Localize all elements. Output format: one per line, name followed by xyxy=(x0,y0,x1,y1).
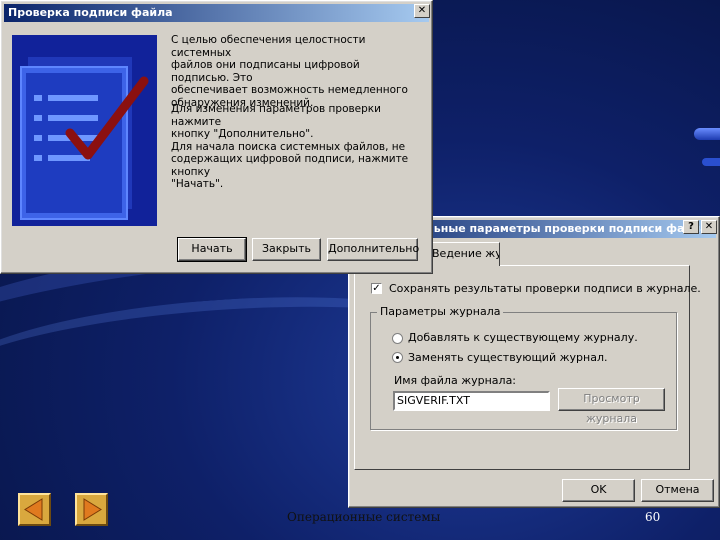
help-button[interactable]: ? xyxy=(683,220,699,234)
replace-radio-label[interactable]: Заменять существующий журнал. xyxy=(408,351,607,364)
filename-input[interactable]: SIGVERIF.TXT xyxy=(393,391,550,411)
description-paragraph-2: Для изменения параметров проверки нажмит… xyxy=(171,103,411,191)
background-accent xyxy=(702,158,720,166)
next-slide-button[interactable] xyxy=(75,493,108,526)
append-radio[interactable] xyxy=(392,333,403,344)
previous-slide-button[interactable] xyxy=(18,493,51,526)
save-results-label[interactable]: Сохранять результаты проверки подписи в … xyxy=(389,282,701,295)
description-line: С целью обеспечения целостности системны… xyxy=(171,34,366,59)
save-results-checkbox[interactable]: ✓ xyxy=(371,283,382,294)
main-close-button[interactable]: ✕ xyxy=(414,4,430,18)
description-line: обеспечивает возможность немедленного xyxy=(171,84,408,96)
description-line: Для начала поиска системных файлов, не xyxy=(171,140,406,153)
options-close-button[interactable]: ✕ xyxy=(701,220,717,234)
description-line: кнопку "Дополнительно". xyxy=(171,128,314,140)
main-dialog-titlebar[interactable]: Проверка подписи файла xyxy=(4,4,429,22)
description-line: "Начать". xyxy=(171,178,224,190)
start-button[interactable]: Начать xyxy=(177,237,247,262)
advanced-button[interactable]: Дополнительно xyxy=(327,238,419,261)
replace-radio[interactable] xyxy=(392,352,403,363)
close-button[interactable]: Закрыть xyxy=(252,238,321,261)
description-line: файлов они подписаны цифровой подписью. … xyxy=(171,59,360,84)
document-check-icon xyxy=(12,35,157,226)
triangle-left-icon xyxy=(24,498,43,521)
background-accent xyxy=(694,128,720,140)
log-options-group-label: Параметры журнала xyxy=(377,305,504,318)
filename-label: Имя файла журнала: xyxy=(394,374,517,387)
main-dialog-title: Проверка подписи файла xyxy=(8,6,173,19)
append-radio-label[interactable]: Добавлять к существующему журналу. xyxy=(408,331,638,344)
slide-page-number: 60 xyxy=(645,510,661,524)
triangle-right-icon xyxy=(83,498,102,521)
document-check-illustration xyxy=(12,35,157,226)
description-paragraph-1: С целью обеспечения целостности системны… xyxy=(171,34,411,109)
slide-footer-caption: Операционные системы xyxy=(287,510,441,524)
description-line: содержащих цифровой подписи, нажмите кно… xyxy=(171,153,409,178)
description-line: Для изменения параметров проверки нажмит… xyxy=(171,103,381,128)
view-log-button[interactable]: Просмотр журнала xyxy=(558,388,665,425)
ok-button[interactable]: OK xyxy=(562,479,635,502)
signature-verification-dialog: Проверка подписи файла ✕ С целью обеспеч… xyxy=(0,0,433,274)
cancel-button[interactable]: Отмена xyxy=(641,479,714,502)
